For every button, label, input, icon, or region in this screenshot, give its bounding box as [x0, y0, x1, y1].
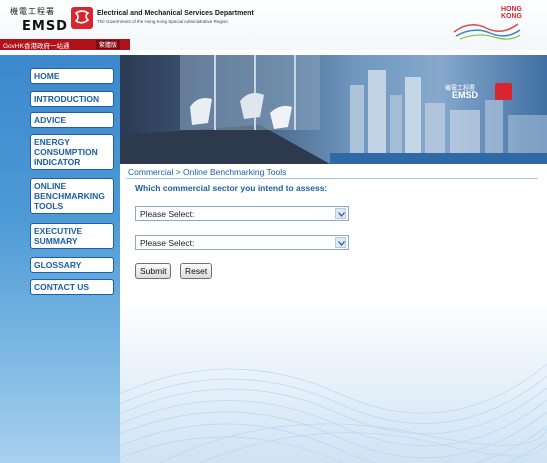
- submit-button[interactable]: Submit: [135, 263, 172, 279]
- brand-hong-kong-logo[interactable]: HONG KONG: [452, 6, 522, 42]
- nav-online-benchmarking-tools[interactable]: ONLINE BENCHMARKING TOOLS: [30, 178, 114, 214]
- nav-glossary[interactable]: GLOSSARY: [30, 257, 114, 273]
- banner-logo-abbr: EMSD: [452, 90, 479, 100]
- subsector-select-value: Please Select:: [140, 238, 195, 248]
- sector-select[interactable]: Please Select:: [135, 206, 349, 221]
- sector-select-value: Please Select:: [140, 209, 195, 219]
- breadcrumb-divider: [126, 178, 538, 179]
- chevron-down-icon[interactable]: [335, 237, 346, 248]
- banner-emsd-icon: [495, 83, 512, 100]
- banner-image: 機電工程署 EMSD: [120, 55, 547, 164]
- org-abbreviation: EMSD: [22, 19, 68, 34]
- org-chinese-name: 機電工程署: [10, 7, 55, 16]
- reset-button[interactable]: Reset: [180, 263, 213, 279]
- emsd-logo-icon[interactable]: [71, 7, 93, 29]
- banner-emsd-logo: 機電工程署 EMSD: [445, 83, 517, 105]
- office-skyline-illustration: [120, 55, 547, 164]
- brand-text: HONG KONG: [501, 6, 522, 20]
- sidebar: HOME INTRODUCTION ADVICE ENERGY CONSUMPT…: [0, 55, 120, 463]
- nav-advice[interactable]: ADVICE: [30, 112, 114, 128]
- department-subtitle: The Government of the Hong Kong Special …: [97, 19, 228, 24]
- govhk-link[interactable]: GovHK香港政府一站通: [3, 40, 69, 50]
- main-content: Commercial > Online Benchmarking Tools W…: [120, 164, 547, 463]
- department-title: Electrical and Mechanical Services Depar…: [97, 10, 254, 17]
- nav-executive-summary[interactable]: EXECUTIVE SUMMARY: [30, 223, 114, 249]
- govhk-bar: GovHK香港政府一站通 繁體版: [0, 39, 130, 50]
- sector-question-label: Which commercial sector you intend to as…: [135, 183, 328, 193]
- nav-energy-consumption-indicator[interactable]: ENERGY CONSUMPTION INDICATOR: [30, 134, 114, 170]
- language-toggle[interactable]: 繁體版: [96, 40, 121, 49]
- nav-contact-us[interactable]: CONTACT US: [30, 279, 114, 295]
- chevron-down-icon[interactable]: [335, 208, 346, 219]
- breadcrumb: Commercial > Online Benchmarking Tools: [128, 167, 287, 177]
- subsector-select[interactable]: Please Select:: [135, 235, 349, 250]
- nav-home[interactable]: HOME: [30, 68, 114, 84]
- nav-introduction[interactable]: INTRODUCTION: [30, 91, 114, 107]
